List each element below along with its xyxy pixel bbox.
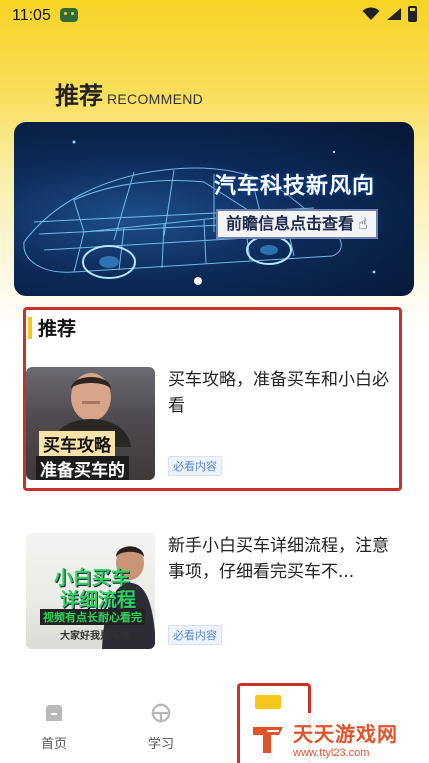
status-icons <box>362 6 417 22</box>
banner-subtitle-text: 前瞻信息点击查看 <box>226 214 355 233</box>
thumb-caption: 买车攻略 <box>39 431 115 456</box>
heading-title-en: RECOMMEND <box>107 91 204 107</box>
carousel-indicator-dot[interactable] <box>194 277 202 285</box>
article-tag: 必看内容 <box>168 625 222 645</box>
title-accent-bar <box>28 316 32 339</box>
status-time: 11:05 <box>12 7 51 24</box>
thumb-caption: 准备买车的 <box>36 456 129 480</box>
banner-subtitle-button[interactable]: 前瞻信息点击查看 ☝ <box>216 209 378 239</box>
watermark-name: 天天游戏网 <box>293 721 398 746</box>
nav-label-study: 学习 <box>147 737 174 752</box>
watermark: 天天游戏网 www.ttyl23.com <box>249 713 429 763</box>
thumb-caption: 视频有点长耐心看完 <box>40 609 145 625</box>
recommend-list-title-text: 推荐 <box>38 318 77 340</box>
battery-icon <box>408 6 417 22</box>
nav-item-home[interactable]: 首页 <box>24 701 84 752</box>
promo-banner[interactable]: 汽车科技新风向 前瞻信息点击查看 ☝ <box>14 122 414 296</box>
article-title: 买车攻略，准备买车和小白必看 <box>168 370 389 416</box>
banner-title: 汽车科技新风向 <box>214 174 376 199</box>
article-item[interactable]: 小白买车 详细流程 视频有点长耐心看完 大家好我是阿修 新手小白买车详细流程，注… <box>26 533 406 649</box>
signal-icon <box>387 8 401 20</box>
article-thumbnail: 买车攻略 准备买车的 <box>26 367 155 480</box>
steering-wheel-icon <box>151 703 171 723</box>
watermark-url: www.ttyl23.com <box>293 746 370 759</box>
heading-title-cn: 推荐 <box>55 82 103 110</box>
android-notification-icon <box>60 8 78 22</box>
article-tag: 必看内容 <box>168 456 222 476</box>
article-thumbnail: 小白买车 详细流程 视频有点长耐心看完 大家好我是阿修 <box>26 533 155 649</box>
pointer-hand-icon: ☝ <box>358 214 368 233</box>
nav-tab-icon <box>255 695 281 709</box>
watermark-logo-icon <box>253 727 283 753</box>
thumb-caption: 详细流程 <box>60 589 137 611</box>
nav-item-study[interactable]: 学习 <box>131 701 191 752</box>
nav-label-home: 首页 <box>40 737 67 752</box>
wifi-icon <box>362 7 380 20</box>
home-icon <box>46 705 62 721</box>
article-item[interactable]: 买车攻略 准备买车的 买车攻略，准备买车和小白必看 必看内容 <box>26 367 406 480</box>
status-bar: 11:05 <box>0 0 429 32</box>
section-heading: 推荐 RECOMMEND <box>55 76 203 111</box>
thumb-caption: 大家好我是阿修 <box>60 631 130 642</box>
recommend-list-title: 推荐 <box>28 314 76 341</box>
article-title: 新手小白买车详细流程，注意事项，仔细看完买车不... <box>168 536 389 582</box>
